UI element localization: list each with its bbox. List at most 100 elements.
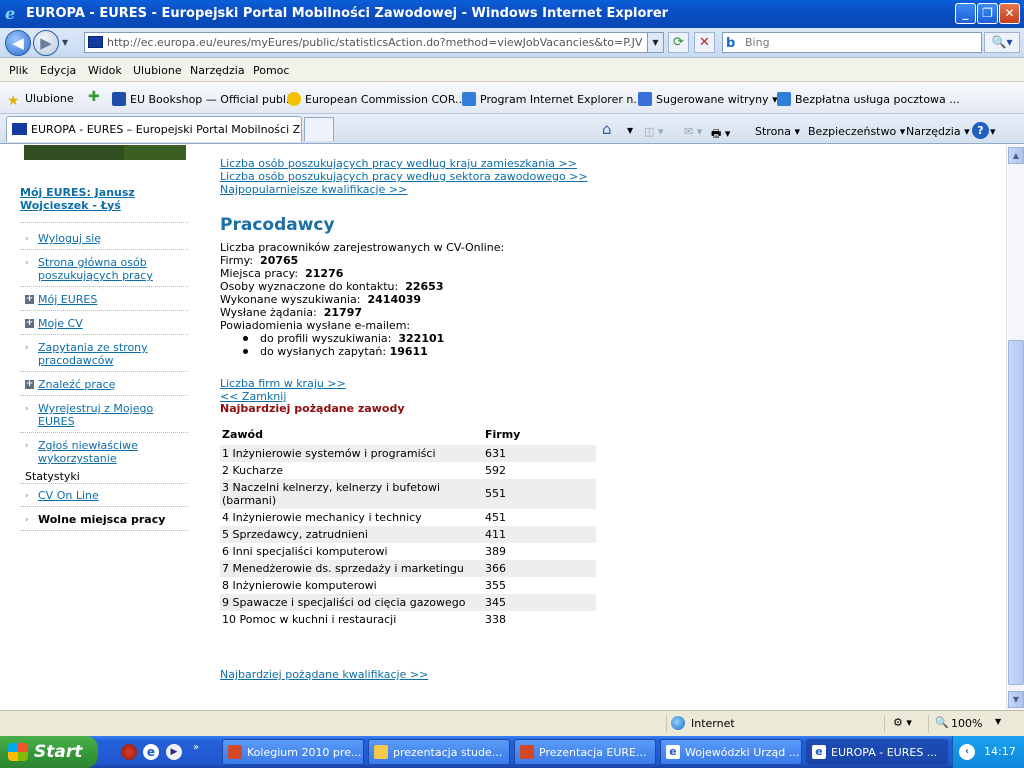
- link-firms-by-country[interactable]: Liczba firm w kraju >>: [220, 377, 346, 390]
- print-icon[interactable]: 🖶 ▾: [711, 125, 730, 144]
- help-icon[interactable]: ?: [972, 122, 989, 139]
- page-menu[interactable]: Strona ▾: [755, 125, 800, 138]
- menu-edit[interactable]: Edycja: [40, 64, 76, 77]
- close-window-button[interactable]: ✕: [999, 3, 1020, 24]
- fav-item-label: Bezpłatna usługa pocztowa ...: [795, 93, 960, 106]
- feeds-icon[interactable]: ◫ ▾: [644, 125, 663, 138]
- task-label: EUROPA - EURES ...: [831, 746, 938, 759]
- fav-item-free-email[interactable]: Bezpłatna usługa pocztowa ...: [777, 92, 960, 106]
- expand-icon[interactable]: +: [25, 295, 34, 304]
- fav-item-suggested-sites[interactable]: Sugerowane witryny ▾: [638, 92, 778, 106]
- arrow-icon: ›: [25, 234, 29, 244]
- link-jobseekers-by-country[interactable]: Liczba osób poszukujących pracy według k…: [220, 157, 577, 170]
- stat-label: Firmy:: [220, 254, 254, 267]
- safety-menu[interactable]: Bezpieczeństwo ▾: [808, 125, 905, 138]
- menu-tools[interactable]: Narzędzia: [190, 64, 245, 77]
- search-input[interactable]: b Bing: [722, 32, 982, 53]
- home-dropdown-icon[interactable]: ▼: [627, 126, 633, 135]
- window-titlebar[interactable]: e EUROPA - EURES - Europejski Portal Mob…: [0, 0, 1024, 28]
- address-bar[interactable]: http://ec.europa.eu/eures/myEures/public…: [84, 32, 664, 53]
- table-row: 9 Spawacze i specjaliści od cięcia gazow…: [220, 594, 596, 611]
- quicklaunch-media-icon[interactable]: ▶: [166, 744, 182, 760]
- quicklaunch-ie-icon[interactable]: e: [143, 744, 159, 760]
- protected-mode-panel[interactable]: ⚙ ▾: [884, 715, 928, 733]
- restore-button[interactable]: ❐: [977, 3, 998, 24]
- tools-menu[interactable]: Narzędzia ▾: [906, 125, 970, 138]
- mail-icon[interactable]: ✉ ▾: [684, 125, 702, 138]
- quicklaunch-more-icon[interactable]: »: [193, 742, 199, 753]
- history-dropdown-icon[interactable]: ▼: [62, 38, 68, 47]
- add-favorite-icon[interactable]: ✚: [88, 89, 100, 105]
- fav-item-eu-bookshop[interactable]: EU Bookshop — Official publ...: [112, 92, 296, 106]
- start-button[interactable]: Start: [0, 736, 98, 768]
- table-row: 3 Naczelni kelnerzy, kelnerzy i bufetowi…: [220, 479, 596, 509]
- new-tab-button[interactable]: [304, 117, 334, 141]
- ie-icon: e: [666, 745, 680, 759]
- link-popular-qualifications[interactable]: Najpopularniejsze kwalifikacje >>: [220, 183, 407, 196]
- scroll-up-icon[interactable]: ▲: [1008, 147, 1024, 164]
- stat-value: 21276: [305, 267, 344, 280]
- sidebar-item-my-eures[interactable]: Mój EURES: [38, 293, 188, 306]
- menu-file[interactable]: Plik: [9, 64, 28, 77]
- arrow-icon: ›: [25, 491, 29, 501]
- sidebar-item-vacancies[interactable]: Wolne miejsca pracy: [38, 513, 188, 526]
- fav-item-internet-explorer[interactable]: Program Internet Explorer n...: [462, 92, 644, 106]
- tab-bar: EUROPA - EURES – Europejski Portal Mobil…: [0, 114, 1024, 144]
- occupation-name: 7 Menedżerowie ds. sprzedaży i marketing…: [222, 562, 464, 575]
- status-bar: Internet ⚙ ▾ 🔍 100% ▼: [0, 710, 1024, 736]
- fav-item-european-commission[interactable]: European Commission COR...: [287, 92, 466, 106]
- menu-help[interactable]: Pomoc: [253, 64, 289, 77]
- table-row: 2 Kucharze 592: [220, 462, 596, 479]
- scroll-down-icon[interactable]: ▼: [1008, 691, 1024, 708]
- arrow-icon: ›: [25, 404, 29, 414]
- notification-label: do profili wyszukiwania:: [260, 332, 392, 345]
- sidebar-item-my-cv[interactable]: Moje CV: [38, 317, 188, 330]
- favorites-button[interactable]: ★ Ulubione: [7, 92, 74, 108]
- search-button[interactable]: 🔍▾: [984, 32, 1020, 53]
- scrollbar-thumb[interactable]: [1008, 340, 1024, 685]
- windows-logo-icon: [8, 743, 28, 761]
- my-eures-user-link[interactable]: Mój EURES: Janusz Wojcieszek - Łyś: [20, 186, 190, 212]
- zoom-dropdown-icon[interactable]: ▼: [995, 717, 1001, 726]
- sidebar-item-employer-queries[interactable]: Zapytania ze strony pracodawców: [38, 341, 188, 367]
- stat-label: Wykonane wyszukiwania:: [220, 293, 361, 306]
- favorites-bar: ★ Ulubione ✚ EU Bookshop — Official publ.…: [0, 82, 1024, 114]
- minimize-button[interactable]: _: [955, 3, 976, 24]
- menu-view[interactable]: Widok: [88, 64, 122, 77]
- task-europa-eures[interactable]: e EUROPA - EURES ...: [806, 739, 948, 765]
- sidebar-item-jobseekers-home[interactable]: Strona główna osób poszukujących pracy: [38, 256, 188, 282]
- firm-count: 389: [485, 545, 506, 558]
- link-most-wanted-qualifications[interactable]: Najbardziej pożądane kwalifikacje >>: [220, 668, 428, 681]
- tray-expand-icon[interactable]: ‹: [959, 744, 975, 760]
- home-icon[interactable]: ⌂: [602, 120, 612, 138]
- expand-icon[interactable]: +: [25, 380, 34, 389]
- sidebar-item-unregister[interactable]: Wyrejestruj z Mojego EURES: [38, 402, 188, 428]
- address-dropdown-icon[interactable]: ▼: [647, 33, 663, 52]
- stat-contacts: Osoby wyznaczone do kontaktu: 22653: [220, 280, 443, 293]
- occupation-name: 8 Inżynierowie komputerowi: [222, 579, 377, 592]
- help-dropdown-icon[interactable]: ▾: [990, 125, 996, 138]
- task-kolegium[interactable]: Kolegium 2010 pre...: [222, 739, 364, 765]
- forward-button[interactable]: ▶: [33, 30, 59, 56]
- stat-label: Osoby wyznaczone do kontaktu:: [220, 280, 399, 293]
- sidebar-item-logout[interactable]: Wyloguj się: [38, 232, 188, 245]
- task-prezentacja-eures[interactable]: Prezentacja EURE...: [514, 739, 656, 765]
- task-label: Wojewódzki Urząd ...: [685, 746, 800, 759]
- tab-eures[interactable]: EUROPA - EURES – Europejski Portal Mobil…: [6, 116, 302, 142]
- expand-icon[interactable]: +: [25, 319, 34, 328]
- sidebar-item-cv-online[interactable]: CV On Line: [38, 489, 188, 502]
- task-wojewodzki-urzad[interactable]: e Wojewódzki Urząd ...: [660, 739, 802, 765]
- table-row: 6 Inni specjaliści komputerowi 389: [220, 543, 596, 560]
- zoom-control[interactable]: 🔍 100% ▼: [928, 715, 1024, 733]
- task-prezentacja-folder[interactable]: prezentacja stude...: [368, 739, 510, 765]
- refresh-button[interactable]: ⟳: [668, 32, 689, 53]
- sidebar-item-report-misuse[interactable]: Zgłoś niewłaściwe wykorzystanie: [38, 439, 188, 465]
- link-jobseekers-by-sector[interactable]: Liczba osób poszukujących pracy według s…: [220, 170, 588, 183]
- sidebar-item-find-job[interactable]: Znaleźć pracę: [38, 378, 188, 391]
- stat-value: 21797: [323, 306, 363, 319]
- quicklaunch-opera-icon[interactable]: [121, 744, 137, 760]
- back-button[interactable]: ◀: [5, 30, 31, 56]
- vertical-scrollbar[interactable]: ▲ ▼: [1006, 145, 1024, 710]
- stop-button[interactable]: ✕: [694, 32, 715, 53]
- menu-favorites[interactable]: Ulubione: [133, 64, 182, 77]
